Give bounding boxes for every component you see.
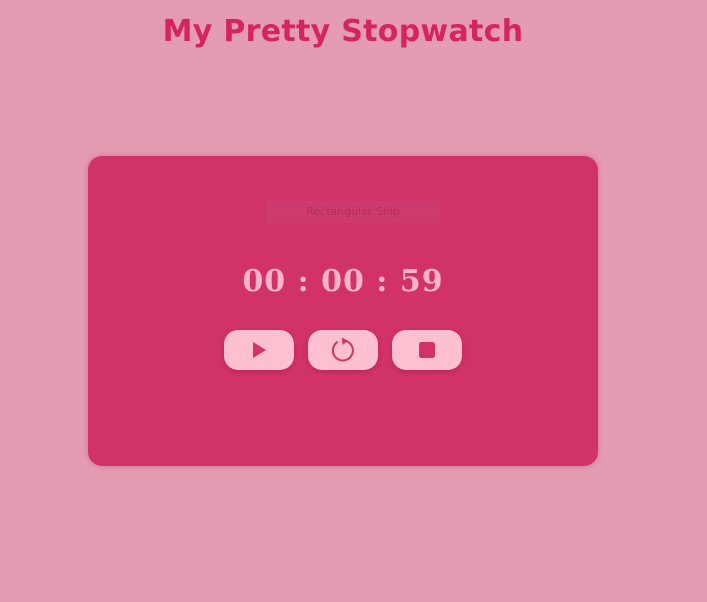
stop-icon	[419, 342, 435, 358]
stopwatch-card: Rectangular Snip 00 : 00 : 59	[88, 156, 598, 466]
page-title: My Pretty Stopwatch	[162, 14, 524, 49]
reset-button[interactable]	[308, 330, 378, 370]
start-button[interactable]	[224, 330, 294, 370]
time-display: 00 : 00 : 59	[242, 264, 444, 299]
reset-icon	[331, 337, 354, 362]
stop-button[interactable]	[392, 330, 462, 370]
rectangular-snip-overlay: Rectangular Snip	[266, 201, 440, 223]
play-icon	[253, 342, 266, 358]
